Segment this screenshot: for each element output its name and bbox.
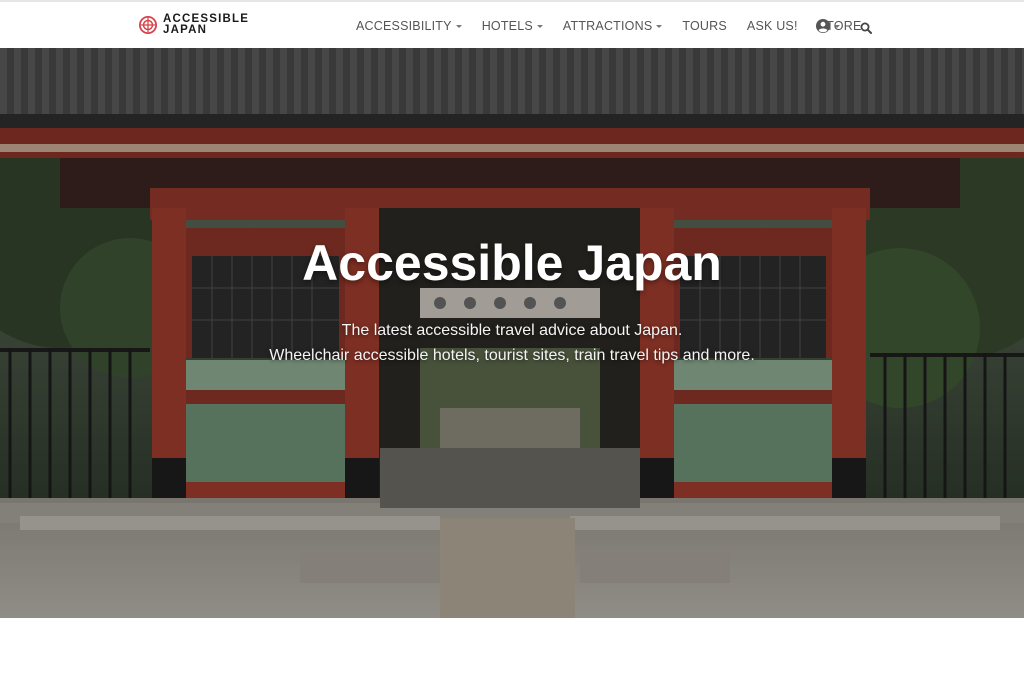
hero-title: Accessible Japan: [302, 235, 722, 291]
hero-subtitle-line-1: The latest accessible travel advice abou…: [341, 322, 683, 339]
chevron-down-icon: [656, 24, 663, 28]
nav-tours-label: TOURS: [682, 19, 727, 33]
main-menu: ACCESSIBILITY HOTELS ATTRACTIONS TOURS A…: [336, 2, 861, 50]
nav-attractions-label: ATTRACTIONS: [562, 19, 653, 33]
logo-mark-icon: [139, 16, 157, 34]
chevron-down-icon: [536, 24, 543, 28]
site-logo[interactable]: ACCESSIBLE JAPAN: [139, 13, 249, 36]
user-circle-icon: [816, 19, 830, 33]
search-button[interactable]: [860, 21, 872, 39]
nav-accessibility[interactable]: ACCESSIBILITY: [356, 19, 462, 33]
nav-ask-us-label: ASK US!: [746, 19, 798, 33]
nav-hotels-label: HOTELS: [481, 19, 533, 33]
search-icon: [860, 22, 872, 34]
hero-banner: Accessible Japan The latest accessible t…: [0, 48, 1024, 618]
top-navigation-bar: ACCESSIBLE JAPAN ACCESSIBILITY HOTELS AT…: [0, 0, 1024, 48]
nav-attractions[interactable]: ATTRACTIONS: [562, 19, 663, 33]
logo-text: ACCESSIBLE JAPAN: [163, 13, 249, 36]
nav-accessibility-label: ACCESSIBILITY: [356, 19, 452, 33]
chevron-down-icon: [834, 24, 840, 28]
nav-hotels[interactable]: HOTELS: [482, 19, 543, 33]
user-menu-button[interactable]: [816, 19, 840, 33]
hero-subtitle-line-2: Wheelchair accessible hotels, tourist si…: [269, 347, 755, 364]
chevron-down-icon: [455, 24, 462, 28]
nav-tours[interactable]: TOURS: [682, 19, 727, 33]
logo-line-2: JAPAN: [163, 24, 208, 36]
nav-ask-us[interactable]: ASK US!: [747, 19, 798, 33]
